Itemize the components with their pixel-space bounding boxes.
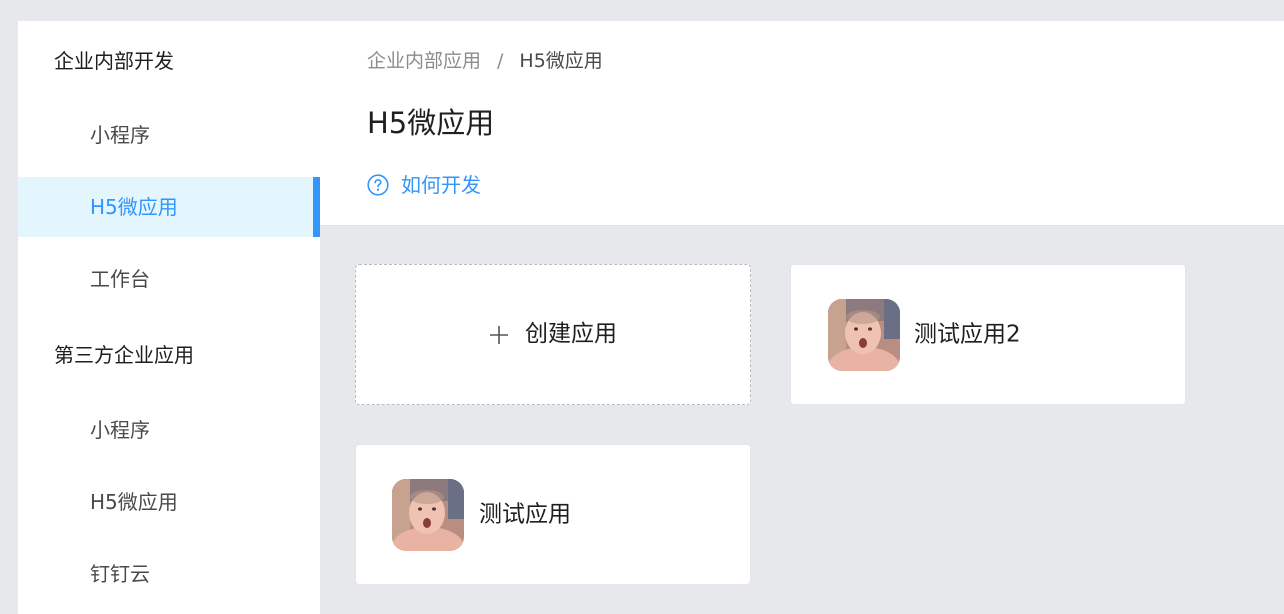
- sidebar-item-label: 小程序: [90, 418, 150, 442]
- sidebar-group-title-thirdparty: 第三方企业应用: [54, 343, 194, 367]
- sidebar-item-label: 小程序: [90, 123, 150, 147]
- sidebar-group-title-internal: 企业内部开发: [54, 49, 174, 73]
- sidebar-item-label: 工作台: [90, 267, 150, 291]
- create-app-label: 创建应用: [525, 321, 617, 347]
- sidebar-item-thirdparty-dingcloud[interactable]: 钉钉云: [18, 544, 320, 604]
- create-app-content: 创建应用: [356, 265, 750, 404]
- sidebar-item-internal-workbench[interactable]: 工作台: [18, 249, 320, 309]
- app-name: 测试应用2: [914, 321, 1021, 347]
- page-title: H5微应用: [367, 106, 495, 140]
- breadcrumb-separator: /: [497, 50, 504, 72]
- app-card[interactable]: 测试应用2: [790, 264, 1186, 405]
- sidebar-item-thirdparty-h5[interactable]: H5微应用: [18, 472, 320, 532]
- sidebar-item-label: 钉钉云: [90, 562, 150, 586]
- breadcrumb: 企业内部应用 / H5微应用: [367, 52, 603, 71]
- question-circle-icon: [367, 174, 389, 196]
- app-avatar: [828, 299, 900, 371]
- app-avatar: [392, 479, 464, 551]
- sidebar-item-label: H5微应用: [90, 195, 178, 219]
- app-name: 测试应用: [479, 501, 571, 527]
- sidebar-item-internal-miniprogram[interactable]: 小程序: [18, 105, 320, 165]
- how-to-develop-label: 如何开发: [401, 173, 481, 197]
- sidebar: 企业内部开发 小程序 H5微应用 工作台 第三方企业应用 小程序 H5微应用 钉…: [18, 21, 320, 614]
- sidebar-item-thirdparty-miniprogram[interactable]: 小程序: [18, 400, 320, 460]
- breadcrumb-parent-link[interactable]: 企业内部应用: [367, 50, 481, 72]
- active-indicator: [313, 177, 320, 237]
- sidebar-item-label: H5微应用: [90, 490, 178, 514]
- app-card[interactable]: 测试应用: [355, 444, 751, 585]
- sidebar-item-internal-h5[interactable]: H5微应用: [18, 177, 320, 237]
- how-to-develop-link[interactable]: 如何开发: [367, 172, 481, 198]
- plus-icon: [489, 325, 509, 345]
- create-app-card[interactable]: 创建应用: [355, 264, 751, 405]
- page-header: 企业内部应用 / H5微应用 H5微应用 如何开发: [320, 21, 1284, 226]
- breadcrumb-current: H5微应用: [519, 50, 603, 72]
